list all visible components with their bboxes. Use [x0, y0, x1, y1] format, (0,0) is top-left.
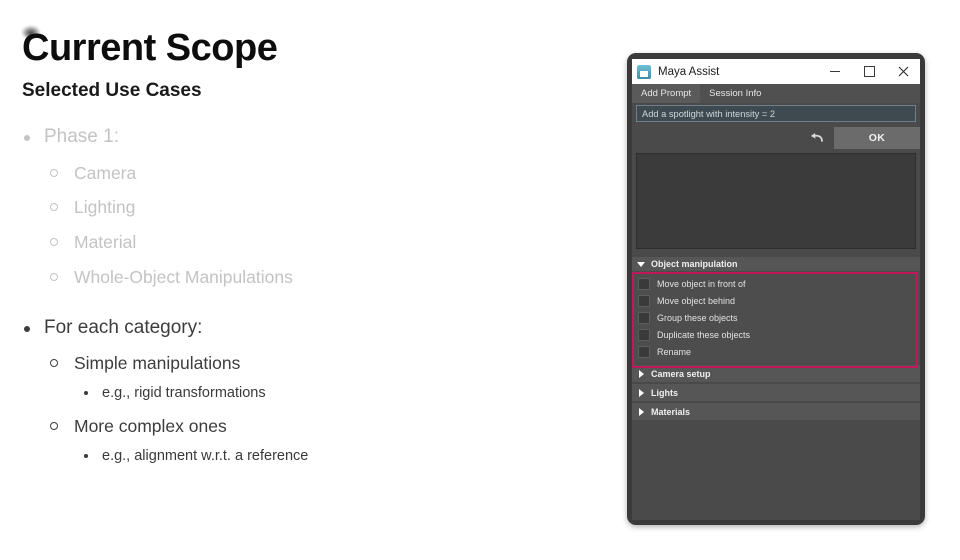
bullet-more-complex-ones-example: e.g., alignment w.r.t. a reference: [18, 447, 598, 466]
maximize-icon[interactable]: [852, 59, 886, 84]
section-header-lights[interactable]: Lights: [632, 384, 920, 401]
prompt-input-container: Add a spotlight with intensity = 2: [632, 103, 920, 122]
prompt-action-bar: OK: [632, 122, 920, 153]
close-icon[interactable]: [886, 59, 920, 84]
checkbox-label: Move object in front of: [657, 278, 746, 289]
bullet-phase-1: Phase 1:: [18, 124, 598, 150]
checkbox-label: Move object behind: [657, 295, 736, 306]
checkbox-move-object-in-front-of[interactable]: [638, 277, 650, 290]
tab-add-prompt[interactable]: Add Prompt: [632, 84, 701, 103]
checkbox-duplicate-these-objects[interactable]: [638, 328, 650, 341]
bullet-camera: Camera: [18, 162, 598, 185]
window-tabs: Add Prompt Session Info: [632, 84, 920, 103]
checkbox-group-these-objects[interactable]: [638, 311, 650, 324]
chevron-down-icon: [637, 261, 645, 267]
list-item[interactable]: Move object in front of: [632, 275, 920, 292]
bullet-more-complex-ones: More complex ones: [18, 415, 598, 438]
checkbox-rename[interactable]: [638, 345, 650, 358]
page-title: Current Scope: [22, 27, 278, 69]
section-title: Object manipulation: [651, 259, 738, 269]
bullet-whole-object-manipulations: Whole-Object Manipulations: [18, 266, 598, 289]
section-title: Materials: [651, 406, 691, 417]
chevron-right-icon: [639, 407, 644, 416]
section-title: Lights: [651, 387, 678, 398]
window-titlebar[interactable]: Maya Assist: [632, 59, 920, 84]
bullet-simple-manipulations: Simple manipulations: [18, 352, 598, 375]
bullet-simple-manipulations-example: e.g., rigid transformations: [18, 384, 598, 403]
sections-panel: Object manipulation Move object in front…: [632, 257, 920, 520]
checkbox-label: Rename: [657, 346, 692, 357]
window-title: Maya Assist: [658, 65, 720, 78]
minimize-icon[interactable]: [818, 59, 852, 84]
bullet-lighting: Lighting: [18, 196, 598, 219]
chevron-right-icon: [639, 388, 644, 397]
section-title: Camera setup: [651, 368, 711, 379]
checkbox-move-object-behind[interactable]: [638, 294, 650, 307]
outline-spacer: [18, 289, 598, 315]
section-items-object-manipulation: Move object in front of Move object behi…: [632, 272, 920, 363]
maya-assist-window-frame: Maya Assist Add Prompt Session Info Add …: [627, 53, 925, 525]
list-item[interactable]: Rename: [632, 343, 920, 360]
maya-assist-window: Maya Assist Add Prompt Session Info Add …: [632, 59, 920, 520]
slide-content: Current Scope Selected Use Cases Phase 1…: [0, 0, 620, 560]
list-item[interactable]: Move object behind: [632, 292, 920, 309]
section-header-materials[interactable]: Materials: [632, 403, 920, 420]
undo-arrow-icon[interactable]: [806, 128, 828, 148]
save-disk-icon: [637, 64, 651, 79]
outline-list: Phase 1: Camera Lighting Material Whole-…: [18, 124, 598, 465]
bullet-for-each-category: For each category:: [18, 315, 598, 341]
checkbox-label: Group these objects: [657, 312, 738, 323]
chevron-right-icon: [639, 369, 644, 378]
checkbox-label: Duplicate these objects: [657, 329, 751, 340]
section-header-object-manipulation[interactable]: Object manipulation: [632, 257, 920, 271]
section-header-camera-setup[interactable]: Camera setup: [632, 365, 920, 382]
page-subtitle: Selected Use Cases: [22, 80, 202, 101]
list-item[interactable]: Group these objects: [632, 309, 920, 326]
ok-button[interactable]: OK: [834, 126, 920, 149]
tab-session-info[interactable]: Session Info: [700, 84, 770, 103]
prompt-input[interactable]: Add a spotlight with intensity = 2: [636, 105, 916, 122]
list-item[interactable]: Duplicate these objects: [632, 326, 920, 343]
bullet-material: Material: [18, 231, 598, 254]
output-log-panel: [636, 153, 916, 249]
